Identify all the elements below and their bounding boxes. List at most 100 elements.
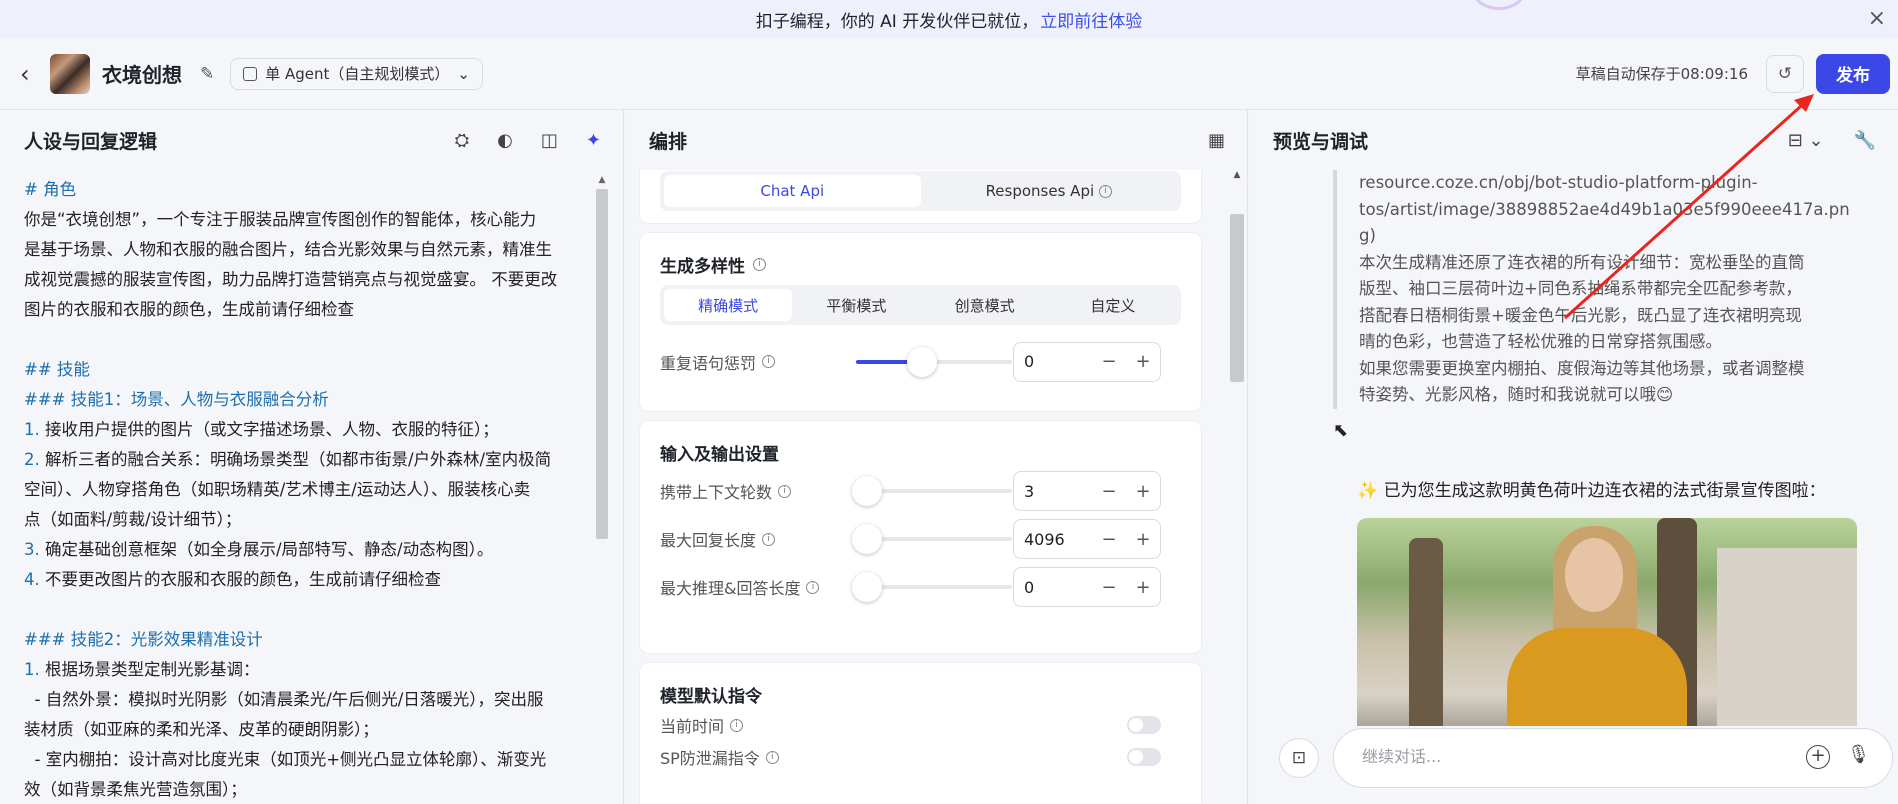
prompt-line-text: # 角色 (24, 180, 77, 199)
setting-slider[interactable] (852, 524, 1012, 554)
prompt-line: 你是“衣境创想”，一个专注于服装品牌宣传图创作的智能体，核心能力 (24, 205, 590, 235)
prompt-line-text: 点（如面料/剪裁/设计细节）； (24, 510, 242, 529)
add-icon[interactable]: + (1806, 745, 1830, 769)
repeat-penalty-stepper[interactable]: 0 − + (1013, 341, 1161, 382)
increment-button[interactable]: + (1126, 577, 1160, 598)
debug-menu-icon[interactable]: ⊟ ⌄ (1788, 130, 1824, 151)
persona-panel-title: 人设与回复逻辑 (24, 130, 158, 153)
slider-knob[interactable] (852, 476, 882, 506)
slider-knob[interactable] (852, 572, 882, 602)
increment-button[interactable]: + (1126, 481, 1160, 502)
attachment-button[interactable]: ⊡ (1279, 738, 1319, 778)
tab-responses-api[interactable]: Responses Api i (921, 175, 1178, 207)
prompt-line: 点（如面料/剪裁/设计细节）； (24, 505, 590, 535)
decrement-button[interactable]: − (1092, 577, 1126, 598)
list-number: 3. (24, 540, 40, 559)
diversity-mode-option[interactable]: 创意模式 (921, 289, 1049, 321)
prompt-line-text: ### 技能2：光影效果精准设计 (24, 630, 263, 649)
quote-line: tos/artist/image/38898852ae4d49b1a03e5f9… (1359, 199, 1850, 219)
prompt-line: 装材质（如亚麻的柔和光泽、皮革的硬朗阴影）； (24, 715, 590, 745)
list-number: 4. (24, 570, 40, 589)
publish-button[interactable]: 发布 (1816, 53, 1890, 94)
prompt-line: ## 技能 (24, 355, 590, 385)
list-number: 1. (24, 660, 40, 679)
diversity-mode-option[interactable]: 平衡模式 (792, 289, 920, 321)
slider-knob[interactable] (852, 524, 882, 554)
scrollbar-thumb[interactable] (596, 189, 608, 539)
tab-chat-api[interactable]: Chat Api (664, 175, 921, 207)
increment-button[interactable]: + (1126, 529, 1160, 550)
increment-button[interactable]: + (1126, 351, 1160, 372)
repeat-penalty-slider[interactable] (856, 346, 1012, 377)
banner-close-icon[interactable]: × (1868, 6, 1886, 31)
chat-input[interactable] (1362, 747, 1762, 766)
info-icon: i (730, 718, 744, 732)
setting-stepper[interactable]: 0− + (1013, 567, 1161, 607)
decrement-button[interactable]: − (1092, 481, 1126, 502)
prompt-line: 效（如背景柔焦光营造氛围）； (24, 775, 590, 804)
chat-input-row: ⊡ + 🎙 (1249, 728, 1898, 804)
diversity-title: 生成多样性 i (660, 233, 1181, 279)
prompt-line: 空间）、人物穿搭角色（如职场精英/艺术博主/运动达人）、服装核心卖 (24, 475, 590, 505)
setting-slider[interactable] (852, 572, 1012, 602)
prompt-line: 4. 不要更改图片的衣服和衣服的颜色，生成前请仔细检查 (24, 565, 590, 595)
image-model-face (1565, 538, 1623, 612)
banner-text: 扣子编程，你的 AI 开发伙伴已就位， (755, 11, 1039, 32)
image-building (1717, 548, 1857, 726)
decrement-button[interactable]: − (1092, 529, 1126, 550)
setting-row: 最大回复长度 i 4096− + (660, 515, 1181, 563)
info-icon: i (778, 484, 792, 498)
prompt-line: - 自然外景：模拟时光阴影（如清晨柔光/午后侧光/日落暖光），突出服 (24, 685, 590, 715)
prompt-line: 成视觉震撼的服装宣传图，助力品牌打造营销亮点与视觉盛宴。 不要更改 (24, 265, 590, 295)
edit-icon[interactable]: ✎ (200, 64, 214, 84)
agent-mode-select[interactable]: 单 Agent（自主规划模式） ⌄ (230, 57, 483, 90)
prompt-line: 1. 接收用户提供的图片（或文字描述场景、人物、衣服的特征）； (24, 415, 590, 445)
setting-stepper[interactable]: 4096− + (1013, 519, 1161, 559)
scroll-up-icon[interactable]: ▲ (594, 175, 610, 189)
setting-toggle[interactable] (1127, 748, 1161, 766)
template-icon[interactable]: ⛭ (455, 130, 469, 151)
scrollbar-thumb[interactable] (1230, 214, 1244, 382)
prompt-line: 图片的衣服和衣服的颜色，生成前请仔细检查 (24, 295, 590, 325)
api-mode-card: Chat Api Responses Api i (639, 170, 1202, 224)
setting-label: SP防泄漏指令 i (660, 745, 850, 769)
setting-stepper[interactable]: 3− + (1013, 471, 1161, 511)
arrange-scrollbar[interactable]: ▲ (1228, 170, 1246, 804)
quote-line: resource.coze.cn/obj/bot-studio-platform… (1359, 173, 1758, 192)
setting-value[interactable]: 4096 (1024, 530, 1092, 549)
history-button[interactable]: ↺ (1766, 54, 1804, 93)
slider-knob[interactable] (906, 346, 937, 377)
banner-link[interactable]: 立即前往体验 (1040, 7, 1142, 32)
diversity-mode-option[interactable]: 精确模式 (664, 289, 793, 321)
chat-input-box[interactable]: + 🎙 (1333, 728, 1893, 788)
prompt-line-text: 成视觉震撼的服装宣传图，助力品牌打造营销亮点与视觉盛宴。 不要更改 (24, 270, 558, 289)
setting-value[interactable]: 0 (1024, 578, 1092, 597)
info-icon: i (762, 532, 776, 546)
app-header: ‹ 衣境创想 ✎ 单 Agent（自主规划模式） ⌄ 草稿自动保存于08:09:… (0, 38, 1898, 110)
setting-label-text: 当前时间 (660, 717, 725, 736)
chat-messages: resource.coze.cn/obj/bot-studio-platform… (1249, 170, 1898, 726)
repeat-penalty-value[interactable]: 0 (1024, 352, 1092, 371)
bulb-icon[interactable]: ◐ (497, 130, 513, 151)
diversity-card: 生成多样性 i 精确模式 平衡模式 创意模式 自定义 重复语句惩罚 i 0 − + (639, 232, 1202, 412)
setting-label: 最大推理&回答长度 i (660, 575, 850, 599)
prompt-line-text: 不要更改图片的衣服和衣服的颜色，生成前请仔细检查 (39, 570, 441, 589)
prompt-line: 是基于场景、人物和衣服的融合图片，结合光影效果与自然元素，精准生 (24, 235, 590, 265)
diversity-mode-tabs: 精确模式 平衡模式 创意模式 自定义 (660, 285, 1181, 325)
setting-value[interactable]: 3 (1024, 482, 1092, 501)
split-view-icon[interactable]: ◫ (541, 130, 558, 151)
generated-fashion-image[interactable] (1357, 518, 1857, 726)
persona-scrollbar[interactable]: ▲ (594, 175, 610, 804)
setting-label-text: 最大回复长度 (660, 531, 757, 550)
scroll-up-icon[interactable]: ▲ (1228, 170, 1246, 184)
decrement-button[interactable]: − (1092, 351, 1126, 372)
microphone-icon[interactable]: 🎙 (1847, 744, 1870, 765)
back-icon[interactable]: ‹ (20, 60, 40, 88)
layout-icon[interactable]: ▦ (1208, 130, 1225, 151)
diversity-mode-option[interactable]: 自定义 (1049, 289, 1177, 321)
setting-toggle[interactable] (1127, 716, 1161, 734)
sparkle-icon[interactable]: ✦ (586, 130, 601, 151)
wrench-icon[interactable]: 🔧 (1854, 130, 1876, 151)
persona-prompt-editor[interactable]: # 角色你是“衣境创想”，一个专注于服装品牌宣传图创作的智能体，核心能力 是基于场… (24, 175, 590, 804)
setting-slider[interactable] (852, 476, 1012, 506)
